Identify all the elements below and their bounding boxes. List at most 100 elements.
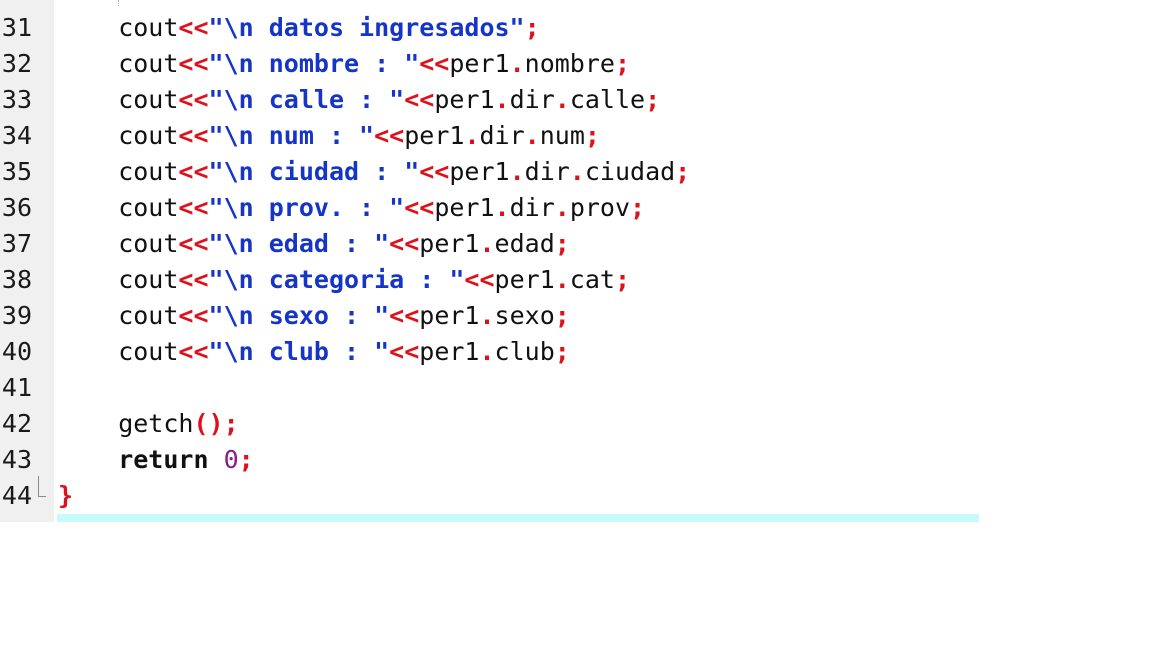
code-token: "\n club : " <box>208 337 390 366</box>
code-text[interactable]: cout<<"\n sexo : "<<per1.sexo; <box>58 298 570 334</box>
code-token: per1 <box>434 85 495 114</box>
code-text[interactable]: cout<<"\n num : "<<per1.dir.num; <box>58 118 600 154</box>
code-token: per1 <box>449 49 510 78</box>
code-token: << <box>178 265 209 294</box>
partial-line-number: 30 <box>0 0 54 10</box>
code-line[interactable]: 42 getch(); <box>0 406 1152 442</box>
fold-end-marker <box>38 476 46 497</box>
code-token: () <box>193 409 224 438</box>
code-token: ; <box>630 193 646 222</box>
code-text[interactable]: cout<<"\n nombre : "<<per1.nombre; <box>58 46 630 82</box>
code-token: << <box>178 13 209 42</box>
code-token: per1 <box>434 193 495 222</box>
code-token: ; <box>675 157 691 186</box>
code-token: . <box>569 157 585 186</box>
line-number: 34 <box>1 121 32 150</box>
code-token: calle <box>569 85 646 114</box>
code-token: ; <box>554 301 570 330</box>
code-token: << <box>419 157 450 186</box>
code-token: dir <box>509 85 555 114</box>
current-line-highlight <box>57 514 979 522</box>
code-token: dir <box>479 121 525 150</box>
code-line[interactable]: 43 return 0; <box>0 442 1152 478</box>
code-editor[interactable]: 30 31 cout<<"\n datos ingresados";32 cou… <box>0 0 1152 648</box>
code-token: 0 <box>223 445 239 474</box>
code-token: return <box>58 445 209 474</box>
code-line[interactable]: 44} <box>0 476 1152 514</box>
code-text[interactable]: cout<<"\n edad : "<<per1.edad; <box>58 226 570 262</box>
line-number: 41 <box>1 373 32 402</box>
code-token: ; <box>614 49 631 78</box>
code-line[interactable]: 32 cout<<"\n nombre : "<<per1.nombre; <box>0 46 1152 82</box>
code-token: cout <box>58 85 179 114</box>
code-token: dir <box>524 157 570 186</box>
code-token: prov <box>569 193 631 222</box>
code-token: cout <box>58 337 179 366</box>
code-line[interactable]: 35 cout<<"\n ciudad : "<<per1.dir.ciudad… <box>0 154 1152 190</box>
code-lines[interactable]: 31 cout<<"\n datos ingresados"; 32 cout<<… <box>0 10 1152 514</box>
code-token: << <box>178 193 209 222</box>
code-token: per1 <box>404 121 465 150</box>
code-line[interactable]: 38 cout<<"\n categoria : "<<per1.cat; <box>0 262 1152 298</box>
code-token: cout <box>58 13 179 42</box>
code-line[interactable]: 31 cout<<"\n datos ingresados"; <box>0 10 1152 46</box>
code-token: per1 <box>494 265 555 294</box>
line-number: 40 <box>1 337 32 366</box>
code-token: "\n edad : " <box>208 229 390 258</box>
line-number: 39 <box>1 301 32 330</box>
code-token: "\n ciudad : " <box>208 157 420 186</box>
code-line[interactable]: 41 <box>0 370 1152 406</box>
code-token: } <box>58 481 74 510</box>
code-token: << <box>419 49 450 78</box>
code-text[interactable]: cout<<"\n categoria : "<<per1.cat; <box>58 262 630 298</box>
code-text[interactable]: return 0; <box>58 442 254 478</box>
code-token: << <box>178 301 209 330</box>
code-token: . <box>554 85 570 114</box>
code-token: ; <box>554 229 570 258</box>
code-text[interactable]: cout<<"\n prov. : "<<per1.dir.prov; <box>58 190 645 226</box>
code-line[interactable]: 34 cout<<"\n num : "<<per1.dir.num; <box>0 118 1152 154</box>
code-line[interactable]: 40 cout<<"\n club : "<<per1.club; <box>0 334 1152 370</box>
line-number: 44 <box>1 481 32 510</box>
code-token: cout <box>58 193 179 222</box>
code-token: << <box>178 337 209 366</box>
code-text[interactable]: cout<<"\n datos ingresados"; <box>58 10 539 46</box>
code-text[interactable]: getch(); <box>58 406 238 442</box>
indent-guide <box>118 0 120 6</box>
code-token: << <box>389 301 420 330</box>
code-token: << <box>178 85 209 114</box>
code-token: << <box>404 193 435 222</box>
code-line[interactable]: 33 cout<<"\n calle : "<<per1.dir.calle; <box>0 82 1152 118</box>
line-number: 31 <box>1 13 32 42</box>
code-token: "\n prov. : " <box>208 193 405 222</box>
code-line[interactable]: 37 cout<<"\n edad : "<<per1.edad; <box>0 226 1152 262</box>
code-token: . <box>494 85 510 114</box>
code-token: . <box>554 193 570 222</box>
line-number: 42 <box>1 409 32 438</box>
code-token: dir <box>509 193 555 222</box>
code-text[interactable]: cout<<"\n calle : "<<per1.dir.calle; <box>58 82 660 118</box>
code-line[interactable]: 36 cout<<"\n prov. : "<<per1.dir.prov; <box>0 190 1152 226</box>
code-token: cout <box>58 49 179 78</box>
code-token: num <box>539 121 585 150</box>
line-number: 35 <box>1 157 32 186</box>
code-token: cout <box>58 301 179 330</box>
code-token: per1 <box>419 301 480 330</box>
code-text[interactable]: } <box>58 478 73 514</box>
code-token: << <box>374 121 405 150</box>
code-token: . <box>554 265 570 294</box>
code-token: ; <box>238 445 254 474</box>
code-token: . <box>479 301 495 330</box>
code-token: << <box>404 85 435 114</box>
code-line[interactable]: 39 cout<<"\n sexo : "<<per1.sexo; <box>0 298 1152 334</box>
code-text[interactable]: cout<<"\n ciudad : "<<per1.dir.ciudad; <box>58 154 690 190</box>
code-token: cat <box>569 265 615 294</box>
code-token: club <box>494 337 555 366</box>
code-token: << <box>178 49 209 78</box>
code-token: per1 <box>419 337 480 366</box>
code-token: getch <box>58 409 194 438</box>
line-number-partial: 30 <box>2 0 32 5</box>
code-text[interactable]: cout<<"\n club : "<<per1.club; <box>58 334 570 370</box>
code-token: ciudad <box>584 157 676 186</box>
code-token: . <box>509 49 525 78</box>
